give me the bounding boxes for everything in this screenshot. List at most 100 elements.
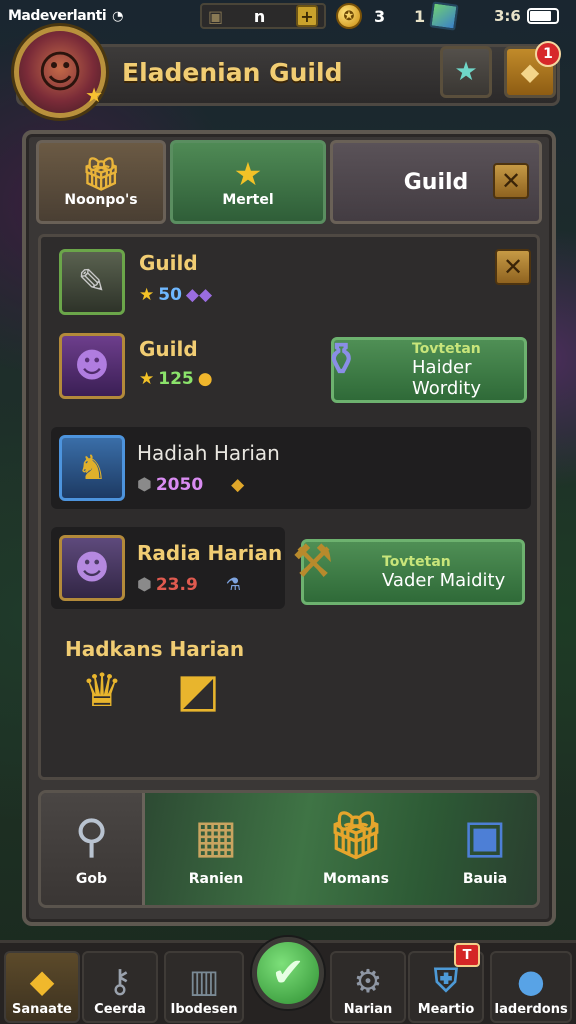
tab-label: Noonpo's xyxy=(64,192,138,208)
clock-battery: 3:6 xyxy=(494,2,559,30)
scroll-icon: ✎ xyxy=(59,249,125,315)
star-icon: ★ xyxy=(454,57,478,87)
bottom-nav: ◆ Sanaate ⚷ Ceerda ▥ Ibodesen ✔ ⚙ Narian… xyxy=(0,937,576,1024)
nav-label: Ibodesen xyxy=(170,1002,238,1017)
orb-icon: ● xyxy=(517,962,545,1000)
button-label: Vader Maidity xyxy=(382,569,506,591)
tab-mertel[interactable]: ★ Mertel xyxy=(170,140,326,224)
gold-chest-icon[interactable]: ♛ xyxy=(67,663,137,717)
ore-icon: ⬢ xyxy=(137,475,152,495)
favorite-button[interactable]: ★ xyxy=(440,46,492,98)
star-icon: ★ xyxy=(139,369,155,389)
key-icon: ⚷ xyxy=(108,962,132,1000)
gold-bar-icon: ◆ xyxy=(29,962,55,1000)
gold-ingot-icon: ◆ xyxy=(231,475,245,495)
list-item: ✎ Guild ★ 50 ◆◆ ✕ xyxy=(51,245,531,327)
list-item: ♞ Hadiah Harian ⬢ 2050 ◆ xyxy=(51,427,531,509)
row-title: Radia Harian xyxy=(137,541,283,565)
tab-guild[interactable]: Guild ✕ xyxy=(330,140,542,224)
row-stats: ⬢ 2050 ◆ xyxy=(137,475,244,495)
tab-label: Bauia xyxy=(462,871,508,887)
coin-icon: ✪ xyxy=(336,3,362,29)
nav-label: Ceerda xyxy=(94,1002,146,1017)
row-stats: ★ 50 ◆◆ xyxy=(139,285,212,305)
coin-icon: ● xyxy=(197,369,213,389)
confirm-button[interactable]: ✔ xyxy=(252,937,324,1009)
nav-sanaate[interactable]: ◆ Sanaate xyxy=(4,951,80,1023)
row-title: Hadiah Harian xyxy=(137,441,280,465)
close-icon[interactable]: ✕ xyxy=(493,163,529,199)
rank-star-icon: ★ xyxy=(85,83,103,107)
tab-row: 🎁︎ Noonpo's ★ Mertel Guild ✕ xyxy=(36,140,542,224)
hero-portrait-icon: ☻ xyxy=(59,333,125,399)
nav-meartio[interactable]: ⛨ Meartio T xyxy=(408,943,484,1023)
anvil-icon: ▣ xyxy=(208,6,224,26)
page-title: Eladenian Guild xyxy=(122,58,343,87)
chest-icon: ▣ xyxy=(463,809,507,863)
resource-bar-a: ▣ n + xyxy=(200,2,326,30)
nav-label: Iaderdons xyxy=(494,1002,568,1017)
nav-iaderdons[interactable]: ● Iaderdons xyxy=(490,951,572,1023)
player-avatar[interactable]: ☺ ★ xyxy=(14,26,106,118)
ore-icon: ⬢ xyxy=(137,575,152,595)
resource-bar-c: 1 xyxy=(414,1,459,31)
row-stat-value: 125 xyxy=(158,369,194,389)
clock-label: 3:6 xyxy=(494,7,521,25)
potion-icon: ⚱ xyxy=(322,332,361,386)
tickets-button[interactable]: ◆ 1 xyxy=(504,41,561,98)
resource-c-amount: 1 xyxy=(414,6,426,26)
nav-label: Sanaate xyxy=(12,1002,72,1017)
player-portrait-icon: ☺ xyxy=(37,46,83,98)
resource-b-amount: 3 xyxy=(374,6,386,26)
category-tabs: ⚲ Gob ▦ Ranien 🎁︎ Momans ▣ Bauia xyxy=(38,790,540,908)
box-icon: ▥ xyxy=(188,962,220,1000)
golden-creature-icon: ♞ xyxy=(59,435,125,501)
tab-noonpos[interactable]: 🎁︎ Noonpo's xyxy=(36,140,166,224)
battery-icon xyxy=(526,8,559,24)
tab-label: Mertel xyxy=(222,192,274,208)
ticket-icon: ◆ xyxy=(520,58,540,86)
row-stat-value: 23.9 xyxy=(155,575,198,595)
gift-box-icon: 🎁︎ xyxy=(80,155,122,193)
shield-icon: ⛨ xyxy=(433,961,458,999)
button-tag: Tovtetan xyxy=(382,553,451,570)
section-title: Hadkans Harian xyxy=(65,637,245,661)
row-title: Guild xyxy=(139,251,198,275)
tab-label: Ranien xyxy=(188,871,244,887)
row-stats: ★ 125 ● xyxy=(139,369,213,389)
hero-portrait-icon: ☻ xyxy=(59,535,125,601)
gear-icon: ⚙ xyxy=(353,962,383,1000)
notification-badge: T xyxy=(454,943,480,967)
close-icon[interactable]: ✕ xyxy=(495,249,531,285)
nav-ceerda[interactable]: ⚷ Ceerda xyxy=(82,951,158,1023)
tab-label: Momans xyxy=(323,871,389,887)
gold-tile-icon[interactable]: ◩ xyxy=(163,663,233,717)
tab-gob[interactable]: ⚲ Gob xyxy=(41,793,145,905)
claim-button[interactable]: ⚱ Tovtetan Haider Wordity xyxy=(322,332,527,403)
tab-momans[interactable]: 🎁︎ Momans xyxy=(301,793,411,905)
reward-list: ✎ Guild ★ 50 ◆◆ ✕ ☻ Guild ★ 125 ● ⚱ Tovt… xyxy=(38,234,540,780)
resource-a-amount: n xyxy=(253,6,266,26)
resource-a: ▣ n + xyxy=(200,3,326,29)
list-item: ☻ Radia Harian ⬢ 23.9 ⚗ xyxy=(51,527,285,609)
claim-button[interactable]: ⚒ Tovtetan Vader Maidity xyxy=(292,534,525,605)
package-icon: ▦ xyxy=(194,809,238,863)
row-stat-value: 50 xyxy=(158,285,182,305)
star-icon: ★ xyxy=(233,155,263,193)
tab-ranien[interactable]: ▦ Ranien xyxy=(161,793,271,905)
notification-badge: 1 xyxy=(535,41,561,67)
nav-label: Narian xyxy=(343,1002,393,1017)
row-stats: ⬢ 23.9 ⚗ xyxy=(137,575,241,595)
button-label: Haider Wordity xyxy=(412,357,481,399)
checkmark-icon: ✔ xyxy=(271,950,305,996)
cannon-icon: ⚒ xyxy=(292,534,334,588)
nav-narian[interactable]: ⚙ Narian xyxy=(330,951,406,1023)
add-resource-button[interactable]: + xyxy=(295,5,318,27)
potion-icon: ⚗ xyxy=(225,575,242,595)
gift-box-icon: 🎁︎ xyxy=(326,808,386,862)
magnifier-icon: ⚲ xyxy=(74,809,109,863)
nav-ibodesen[interactable]: ▥ Ibodesen xyxy=(164,951,244,1023)
button-tag: Tovtetan xyxy=(412,341,481,357)
wifi-icon: ◔ xyxy=(112,8,124,24)
tab-bauia[interactable]: ▣ Bauia xyxy=(431,793,537,905)
